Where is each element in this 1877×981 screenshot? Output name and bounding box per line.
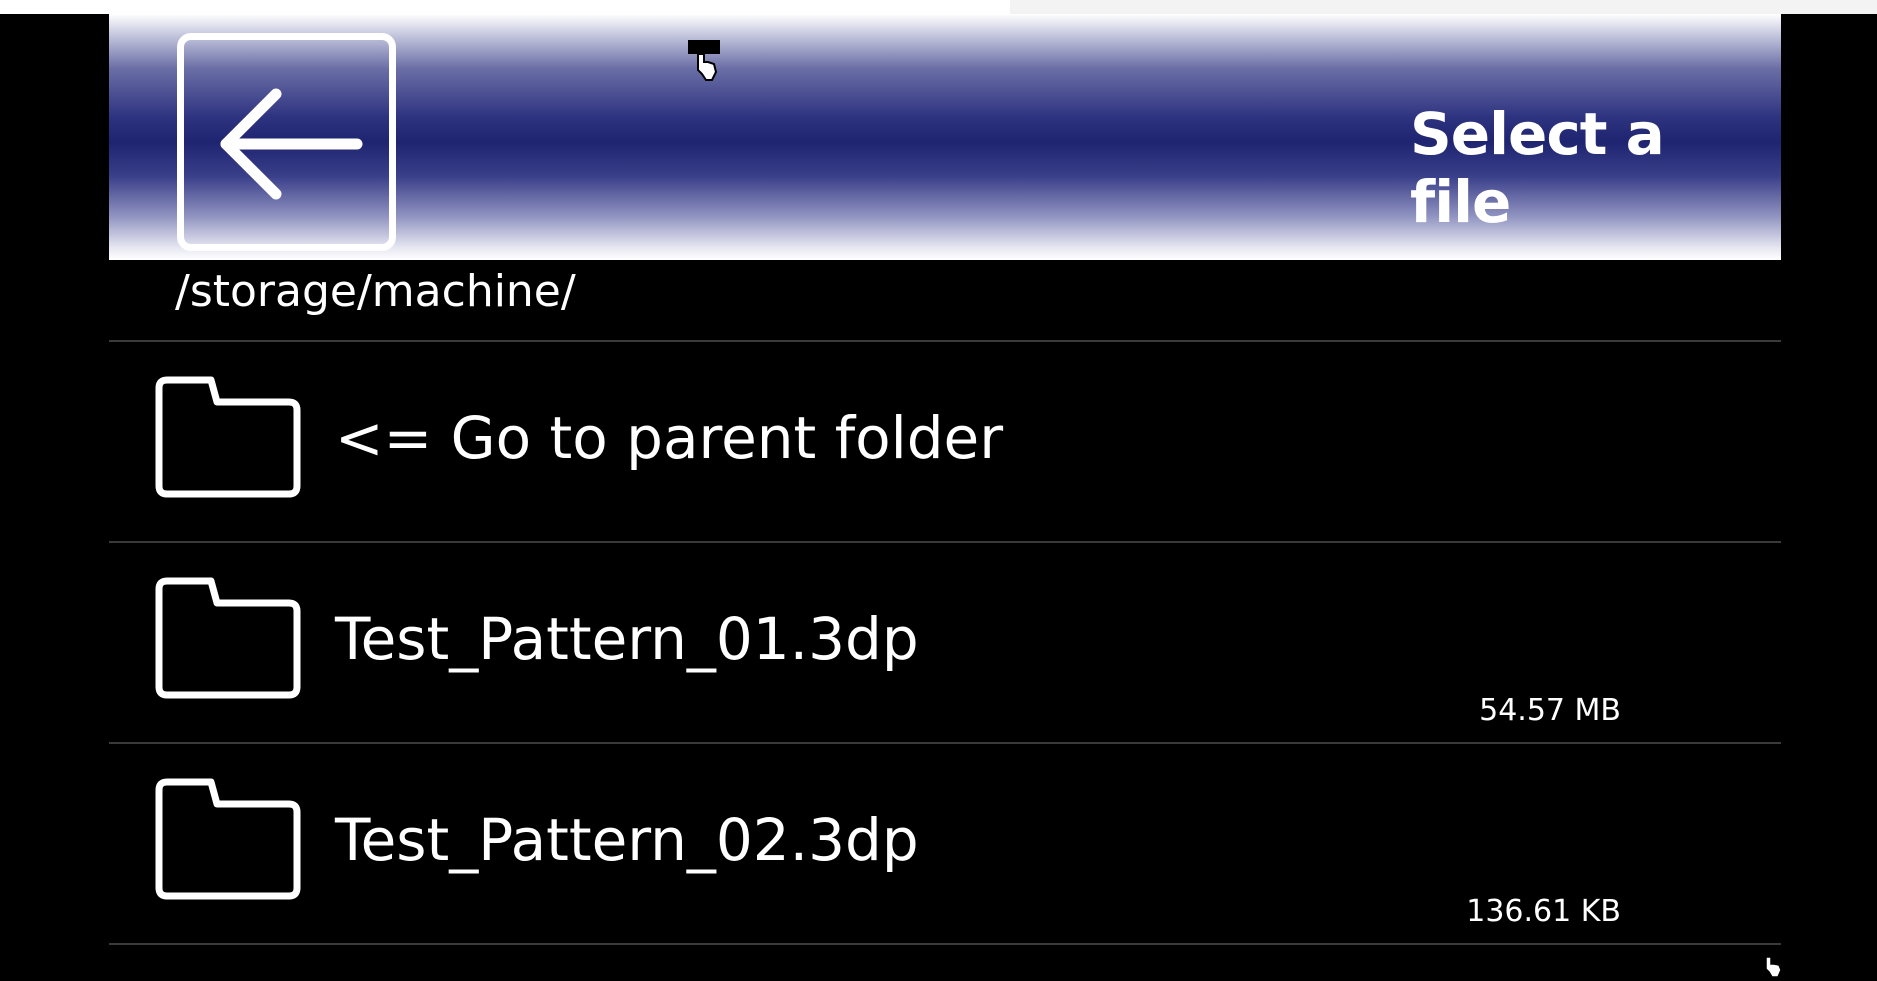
file-name: Test_Pattern_02.3dp xyxy=(335,806,919,874)
list-item-parent-folder[interactable]: <= Go to parent folder xyxy=(109,342,1781,542)
file-name: Test_Pattern_01.3dp xyxy=(335,605,919,673)
file-size: 136.61 KB xyxy=(1466,894,1621,929)
file-name: <= Go to parent folder xyxy=(335,404,1004,472)
back-button[interactable] xyxy=(177,33,396,251)
arrow-left-icon xyxy=(220,88,363,200)
divider xyxy=(109,943,1781,945)
folder-icon xyxy=(155,778,301,900)
list-item-file[interactable]: Test_Pattern_01.3dp 54.57 MB xyxy=(109,543,1781,743)
file-size: 54.57 MB xyxy=(1479,693,1621,728)
hand-cursor-icon xyxy=(1765,956,1782,978)
page-title: Select a file xyxy=(1250,100,1770,236)
page-title-text: Select a file xyxy=(1410,100,1665,236)
list-item-file[interactable]: Test_Pattern_02.3dp 136.61 KB xyxy=(109,744,1781,944)
current-path: /storage/machine/ xyxy=(175,266,576,317)
hand-cursor-icon xyxy=(688,40,720,81)
folder-icon xyxy=(155,376,301,498)
folder-icon xyxy=(155,577,301,699)
top-strip-right xyxy=(1010,0,1877,14)
